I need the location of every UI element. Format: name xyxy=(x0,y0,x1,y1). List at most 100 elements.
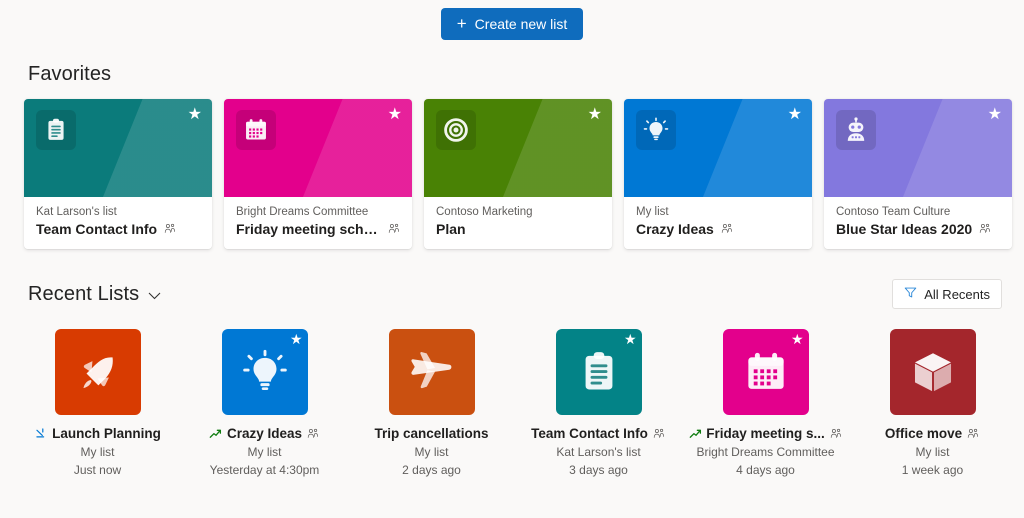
recent-tile-time: Yesterday at 4:30pm xyxy=(209,463,320,477)
favorite-card-banner: ★ xyxy=(624,99,812,197)
recent-list-tile[interactable]: Office move My list 1 week ago xyxy=(849,329,1016,477)
calendar-icon xyxy=(236,110,276,150)
clipboard-icon xyxy=(36,110,76,150)
new-activity-icon xyxy=(34,427,48,441)
favorite-star-icon[interactable]: ★ xyxy=(588,107,602,123)
recent-tile-thumbnail: ★ xyxy=(722,329,809,415)
recent-tile-title-row: Launch Planning xyxy=(34,426,161,441)
shared-people-icon xyxy=(720,222,734,236)
favorites-title: Favorites xyxy=(28,63,112,85)
recent-tile-owner: Bright Dreams Committee xyxy=(696,445,835,459)
recent-tile-time: 2 days ago xyxy=(402,463,461,477)
plus-icon: + xyxy=(456,13,467,33)
shared-people-icon xyxy=(966,427,980,441)
trending-icon xyxy=(209,427,223,441)
recent-tile-title-row: Team Contact Info xyxy=(531,426,666,441)
recent-tile-thumbnail xyxy=(889,329,976,415)
recent-tile-thumbnail: ★ xyxy=(221,329,308,415)
recent-tile-owner: My list xyxy=(80,445,115,459)
shared-people-icon xyxy=(163,222,177,236)
favorite-card-name: Plan xyxy=(436,221,466,237)
favorite-card-meta: My list Crazy Ideas xyxy=(624,197,812,249)
favorite-card-name-row: Blue Star Ideas 2020 xyxy=(836,221,1000,237)
recent-lists-header: Recent Lists All Recents xyxy=(0,249,1024,309)
filter-icon xyxy=(904,286,917,302)
recent-tile-title-row: Trip cancellations xyxy=(374,426,488,441)
recent-tile-owner: Kat Larson's list xyxy=(556,445,641,459)
recent-lists-title: Recent Lists xyxy=(28,282,140,305)
recent-list-tile[interactable]: Trip cancellations My list 2 days ago xyxy=(348,329,515,477)
favorite-star-icon[interactable]: ★ xyxy=(624,332,637,346)
recent-tile-owner: My list xyxy=(915,445,950,459)
robot-icon xyxy=(836,110,876,150)
chevron-down-icon[interactable] xyxy=(148,290,161,302)
favorite-card-owner: Contoso Team Culture xyxy=(836,206,951,218)
favorite-card[interactable]: ★ Bright Dreams Committee Friday meeting… xyxy=(224,99,412,249)
favorites-header: Favorites xyxy=(0,48,1024,86)
recent-list-tile[interactable]: ★ Friday meeting s... Bright Dreams Comm… xyxy=(682,329,849,477)
lightbulb-icon xyxy=(636,110,676,150)
recent-tile-name: Launch Planning xyxy=(52,426,161,441)
favorite-card-banner: ★ xyxy=(224,99,412,197)
recent-tile-name: Team Contact Info xyxy=(531,426,648,441)
favorite-star-icon[interactable]: ★ xyxy=(791,332,804,346)
favorite-card-meta: Contoso Marketing Plan xyxy=(424,197,612,249)
favorite-card-banner: ★ xyxy=(424,99,612,197)
favorite-card-name: Team Contact Info xyxy=(36,221,158,237)
recent-tile-time: 1 week ago xyxy=(901,463,964,477)
favorite-card[interactable]: ★ My list Crazy Ideas xyxy=(624,99,812,249)
recent-tile-name: Office move xyxy=(884,426,963,441)
favorite-card[interactable]: ★ Contoso Marketing Plan xyxy=(424,99,612,249)
shared-people-icon xyxy=(978,222,992,236)
favorite-card-name-row: Crazy Ideas xyxy=(636,221,800,237)
recent-tile-name: Friday meeting s... xyxy=(706,426,825,441)
favorite-card-meta: Bright Dreams Committee Friday meeting s… xyxy=(224,197,412,249)
recent-tile-name: Trip cancellations xyxy=(374,426,489,441)
favorite-card-name: Blue Star Ideas 2020 xyxy=(836,221,973,237)
top-toolbar: + Create new list xyxy=(0,0,1024,48)
favorite-star-icon[interactable]: ★ xyxy=(988,107,1002,123)
recent-tile-title-row: Crazy Ideas xyxy=(209,426,320,441)
all-recents-filter-button[interactable]: All Recents xyxy=(892,279,1002,309)
recent-tile-title-row: Office move xyxy=(885,426,980,441)
recent-tile-title-row: Friday meeting s... xyxy=(688,426,843,441)
favorites-card-row: ★ Kat Larson's list Team Contact Info ★ … xyxy=(0,86,1024,249)
shared-people-icon xyxy=(388,222,400,236)
recent-list-tile[interactable]: ★ Crazy Ideas My list Yesterday at 4:30p… xyxy=(181,329,348,477)
create-new-list-button[interactable]: + Create new list xyxy=(440,8,584,40)
recent-list-tile[interactable]: ★ Team Contact Info Kat Larson's list 3 … xyxy=(515,329,682,477)
favorite-star-icon[interactable]: ★ xyxy=(388,107,402,123)
favorite-card-meta: Contoso Team Culture Blue Star Ideas 202… xyxy=(824,197,1012,249)
favorite-card-name-row: Plan xyxy=(436,221,600,237)
recent-tile-time: 3 days ago xyxy=(569,463,628,477)
recent-tile-thumbnail xyxy=(388,329,475,415)
favorite-card-banner: ★ xyxy=(24,99,212,197)
recent-tile-name: Crazy Ideas xyxy=(226,426,303,441)
favorite-card-owner: Contoso Marketing xyxy=(436,206,533,218)
favorite-card-owner: Kat Larson's list xyxy=(36,206,117,218)
favorite-card-meta: Kat Larson's list Team Contact Info xyxy=(24,197,212,249)
all-recents-label: All Recents xyxy=(924,286,990,302)
recent-tiles-row: Launch Planning My list Just now ★ Crazy… xyxy=(14,309,1024,477)
recent-lists-title-group[interactable]: Recent Lists xyxy=(28,283,161,306)
recent-tile-thumbnail: ★ xyxy=(555,329,642,415)
favorite-card-name-row: Friday meeting schedule xyxy=(236,221,400,237)
target-icon xyxy=(436,110,476,150)
create-new-list-label: Create new list xyxy=(474,16,568,32)
recent-tile-thumbnail xyxy=(54,329,141,415)
shared-people-icon xyxy=(652,427,666,441)
favorite-card-name-row: Team Contact Info xyxy=(36,221,200,237)
recent-tile-time: 4 days ago xyxy=(736,463,795,477)
favorite-card-owner: Bright Dreams Committee xyxy=(236,206,369,218)
recent-list-tile[interactable]: Launch Planning My list Just now xyxy=(14,329,181,477)
shared-people-icon xyxy=(829,427,843,441)
recent-tile-time: Just now xyxy=(73,463,122,477)
favorite-card-owner: My list xyxy=(636,206,669,218)
favorite-card[interactable]: ★ Kat Larson's list Team Contact Info xyxy=(24,99,212,249)
favorite-card[interactable]: ★ Contoso Team Culture Blue Star Ideas 2… xyxy=(824,99,1012,249)
favorite-card-name: Crazy Ideas xyxy=(636,221,714,237)
favorite-card-name: Friday meeting schedule xyxy=(236,221,382,237)
favorite-star-icon[interactable]: ★ xyxy=(188,107,202,123)
favorite-star-icon[interactable]: ★ xyxy=(788,107,802,123)
favorite-star-icon[interactable]: ★ xyxy=(290,332,303,346)
